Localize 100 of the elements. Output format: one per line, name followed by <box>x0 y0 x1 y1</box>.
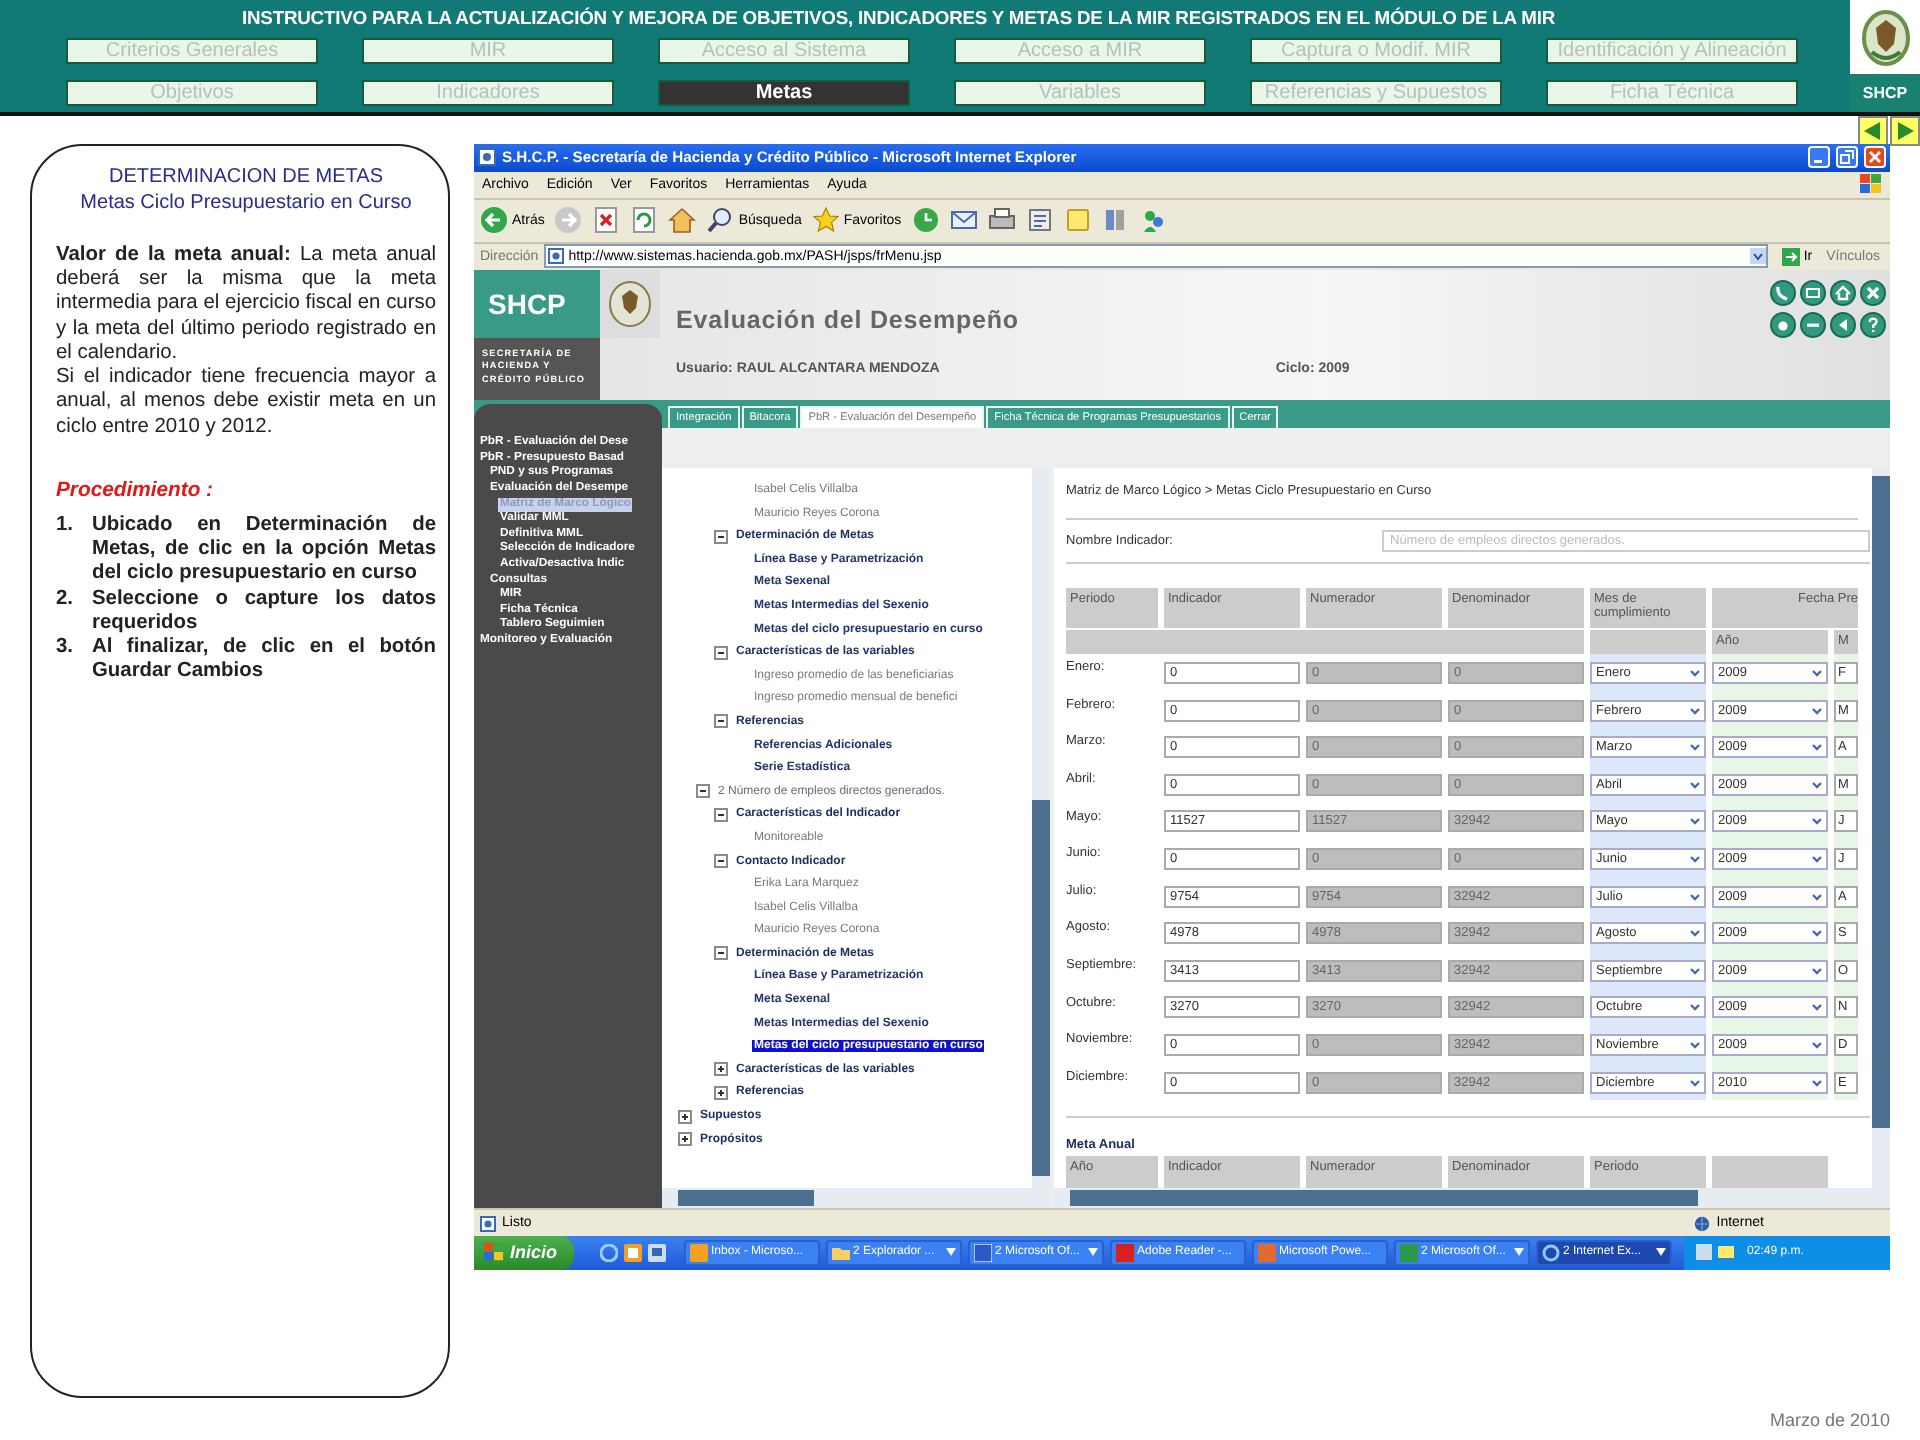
header-background <box>1712 1156 1828 1189</box>
mail-icon <box>689 1243 708 1262</box>
caret-icon <box>1688 926 1702 941</box>
scrollbar[interactable] <box>1054 1188 1890 1209</box>
windows-logo-icon <box>484 1242 504 1263</box>
instruction-paragraph: Valor de la meta anual: La meta anual deberá ser la misma que la meta intermedia para el ejercicio fiscal en curso y la meta del último periodo registrado en el calendario. <box>56 244 436 367</box>
favorites-icon <box>811 206 840 235</box>
minus-icon[interactable] <box>1800 311 1826 338</box>
caret-icon <box>1810 740 1824 755</box>
caret-icon <box>1688 814 1702 829</box>
back-icon <box>480 206 508 235</box>
messenger-icon <box>1139 206 1168 235</box>
step-text: Al finalizar, de clic en el botón Guardar Cambios <box>92 636 436 686</box>
caret-icon <box>1688 889 1702 904</box>
caret-icon <box>1810 889 1824 904</box>
logo-label: SHCP <box>1850 74 1920 112</box>
globe-icon <box>1694 1215 1711 1232</box>
caret-icon <box>1688 851 1702 866</box>
messenger-button[interactable] <box>1139 206 1168 235</box>
forward-icon <box>554 206 583 235</box>
page-icon <box>478 148 496 167</box>
close-icon[interactable] <box>1860 279 1886 306</box>
research-button[interactable] <box>1101 206 1130 235</box>
mail-icon[interactable] <box>1800 279 1826 306</box>
caret-icon <box>1810 814 1824 829</box>
edit-icon <box>1025 206 1054 235</box>
section-tab[interactable]: Metas <box>658 80 910 106</box>
document-title: INSTRUCTIVO PARA LA ACTUALIZACIÓN Y MEJORA DE OBJETIVOS, INDICADORES Y METAS DE LA MIR REGISTRADOS EN EL MÓDULO DE LA MIR <box>240 4 1558 32</box>
caret-icon <box>1688 1037 1702 1052</box>
back-icon[interactable] <box>1830 311 1856 338</box>
history-icon <box>911 206 940 235</box>
scrollbar[interactable] <box>1032 468 1050 1189</box>
arrow-icon <box>1781 247 1800 266</box>
caret-icon <box>1688 740 1702 755</box>
refresh-button[interactable] <box>630 206 659 235</box>
note-icon <box>1063 206 1092 235</box>
step-text: Ubicado en Determinación de Metas, de clic en la opción Metas del ciclo presupuestario en curso <box>92 513 436 588</box>
expand-icon[interactable] <box>714 1062 728 1077</box>
help-icon[interactable] <box>1860 311 1886 338</box>
emblem-drawing <box>608 279 652 328</box>
close-button[interactable] <box>1864 146 1886 169</box>
collapse-icon[interactable] <box>714 854 728 869</box>
step-text: Seleccione o capture los datos requeridos <box>92 587 436 637</box>
mail-button[interactable] <box>949 206 978 235</box>
windows-logo-icon <box>1860 174 1882 195</box>
expand-icon[interactable] <box>678 1109 692 1124</box>
caret-icon <box>1810 963 1824 978</box>
minimize-button[interactable] <box>1808 146 1830 169</box>
phone-icon[interactable] <box>1770 279 1796 306</box>
collapse-icon[interactable] <box>714 529 728 544</box>
instruction-paragraph: Si el indicador tiene frecuencia mayor a anual, al menos debe existir meta en un ciclo entre 2010 y 2012. <box>56 366 436 440</box>
expand-icon[interactable] <box>714 1085 728 1100</box>
collapse-icon[interactable] <box>696 784 710 799</box>
browser-icon[interactable] <box>599 1243 618 1262</box>
panel-heading: DETERMINACION DE METAS <box>106 166 386 191</box>
print-icon <box>987 206 1016 235</box>
expand-icon[interactable] <box>678 1132 692 1147</box>
history-button[interactable] <box>911 206 940 235</box>
mail-icon <box>949 206 978 235</box>
site-logo: SHCP <box>474 269 600 338</box>
folder-icon <box>831 1243 850 1262</box>
edit-button[interactable] <box>1025 206 1054 235</box>
restore-button[interactable] <box>1836 146 1858 169</box>
pointer-icon[interactable] <box>1770 311 1796 338</box>
caret-icon <box>1810 851 1824 866</box>
print-button[interactable] <box>987 206 1016 235</box>
collapse-icon[interactable] <box>714 807 728 822</box>
home-button[interactable] <box>668 206 697 235</box>
stop-button[interactable] <box>592 206 621 235</box>
step-number: 1. <box>56 513 75 540</box>
slides-icon <box>1257 1243 1276 1262</box>
refresh-icon <box>630 206 659 235</box>
collapse-icon[interactable] <box>714 645 728 660</box>
caret-icon <box>1810 777 1824 792</box>
panel-subheading: Metas Ciclo Presupuestario en Curso <box>78 191 414 216</box>
caret-icon <box>1810 926 1824 941</box>
mail-icon[interactable] <box>623 1243 642 1262</box>
scrollbar[interactable] <box>1872 468 1890 1189</box>
sheet-icon <box>1399 1243 1418 1262</box>
scrollbar[interactable] <box>662 1188 1050 1209</box>
caret-icon <box>1810 703 1824 718</box>
next-slide-icon[interactable] <box>1890 116 1920 146</box>
step-number: 2. <box>56 587 75 614</box>
caret-icon <box>1688 703 1702 718</box>
desktop-icon[interactable] <box>647 1243 666 1262</box>
header-background <box>1590 630 1706 655</box>
collapse-icon[interactable] <box>714 946 728 961</box>
caret-icon <box>1688 666 1702 681</box>
pdf-icon <box>1115 1243 1134 1262</box>
caret-icon <box>1688 963 1702 978</box>
browser-icon <box>1541 1243 1560 1262</box>
network-icon <box>1695 1244 1712 1261</box>
home-icon[interactable] <box>1830 279 1856 306</box>
previous-slide-icon[interactable] <box>1858 116 1888 146</box>
caret-icon <box>1810 1075 1824 1090</box>
envelope-icon <box>1717 1244 1734 1261</box>
collapse-icon[interactable] <box>714 714 728 729</box>
dropdown-icon[interactable] <box>1749 248 1766 265</box>
page-icon <box>480 1215 496 1232</box>
close-icon <box>1868 150 1882 165</box>
